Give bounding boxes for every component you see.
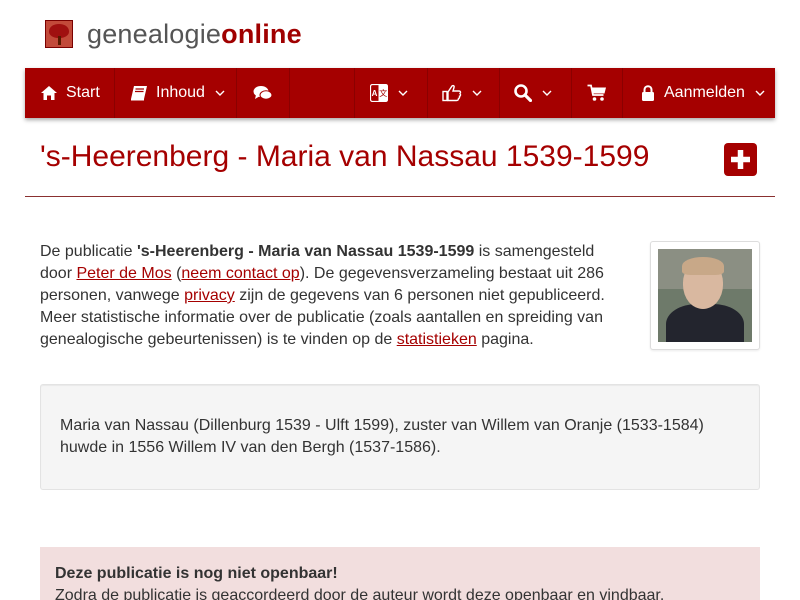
lock-icon: [641, 84, 655, 102]
publication-name: 's-Heerenberg - Maria van Nassau 1539-15…: [136, 243, 475, 260]
chevron-down-icon: [215, 90, 225, 96]
search-icon: [514, 84, 532, 102]
nav-inhoud[interactable]: Inhoud: [115, 68, 237, 118]
page-title: 's-Heerenberg - Maria van Nassau 1539-15…: [40, 140, 650, 173]
chevron-down-icon: [472, 90, 482, 96]
contact-link[interactable]: neem contact op: [181, 265, 299, 282]
author-photo: [658, 249, 752, 342]
alert-title: Deze publicatie is nog niet openbaar!: [55, 565, 338, 582]
nav-forum[interactable]: [237, 68, 290, 118]
publication-intro: De publicatie 's-Heerenberg - Maria van …: [40, 241, 620, 351]
chevron-down-icon: [542, 90, 552, 96]
publication-summary: Maria van Nassau (Dillenburg 1539 - Ulft…: [40, 384, 760, 490]
intro-text: De publicatie: [40, 243, 137, 260]
thumbs-up-icon: [442, 84, 462, 102]
author-link[interactable]: Peter de Mos: [76, 265, 171, 282]
site-logo[interactable]: genealogieonline: [45, 18, 302, 50]
book-icon: [130, 85, 148, 101]
svg-text:A: A: [372, 89, 378, 98]
nav-login-label: Aanmelden: [664, 84, 745, 101]
nav-share[interactable]: [428, 68, 500, 118]
site-name-part1: genealogie: [87, 18, 222, 49]
language-icon: A文: [370, 84, 388, 102]
site-name: genealogieonline: [87, 19, 302, 50]
nav-login[interactable]: Aanmelden: [623, 68, 775, 118]
shopping-cart-icon: [587, 84, 607, 102]
page-header: 's-Heerenberg - Maria van Nassau 1539-15…: [25, 136, 775, 197]
home-icon: [40, 85, 58, 101]
add-button[interactable]: [724, 143, 757, 176]
site-name-part2: online: [221, 18, 302, 49]
nav-inhoud-label: Inhoud: [156, 84, 205, 101]
intro-text: pagina.: [476, 331, 534, 348]
chevron-down-icon: [398, 90, 408, 96]
svg-text:文: 文: [379, 88, 387, 98]
privacy-link[interactable]: privacy: [184, 287, 235, 304]
main-navbar: Start Inhoud A文 Aanmelden: [25, 68, 775, 118]
author-photo-thumbnail[interactable]: [650, 241, 760, 350]
nav-start[interactable]: Start: [25, 68, 115, 118]
intro-text: (: [171, 265, 182, 282]
chevron-down-icon: [755, 90, 765, 96]
nav-language[interactable]: A文: [355, 68, 428, 118]
nav-search[interactable]: [500, 68, 572, 118]
nav-spacer: [290, 68, 355, 118]
tree-logo-icon: [45, 20, 73, 48]
statistics-link[interactable]: statistieken: [397, 331, 477, 348]
plus-icon: [731, 150, 750, 169]
nav-cart[interactable]: [572, 68, 623, 118]
not-public-alert: Deze publicatie is nog niet openbaar! Zo…: [40, 547, 760, 600]
summary-text: Maria van Nassau (Dillenburg 1539 - Ulft…: [60, 417, 704, 456]
comments-icon: [253, 85, 273, 101]
alert-text: Zodra de publicatie is geaccordeerd door…: [55, 587, 665, 600]
nav-start-label: Start: [66, 84, 100, 101]
